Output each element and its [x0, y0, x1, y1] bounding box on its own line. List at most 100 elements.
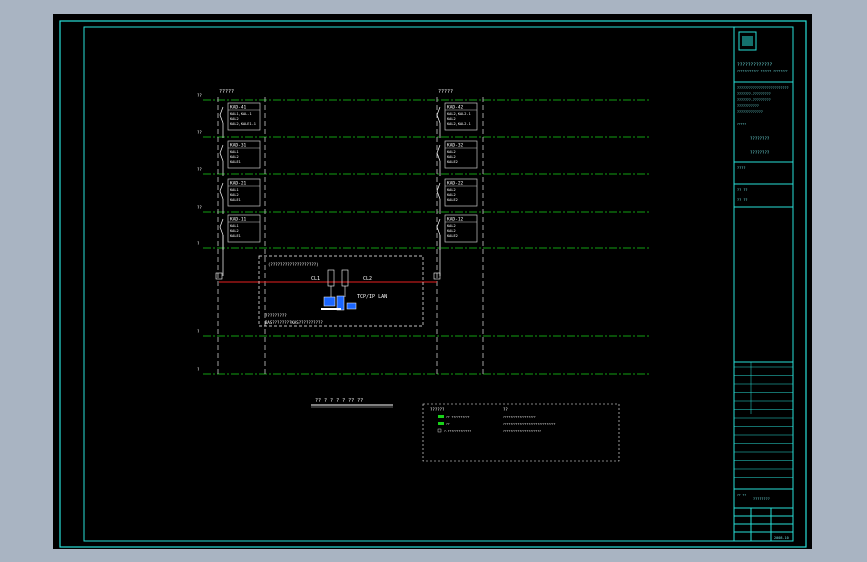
project-line: ??????????? [737, 104, 759, 108]
project-line: ?????????????????????????? [737, 86, 789, 90]
equipment-line: KAL2 [230, 193, 239, 197]
project-line: ????????????? [737, 110, 763, 114]
equipment-line: KAL2 [447, 229, 456, 233]
floor-label: ? [197, 329, 200, 334]
inner-border [83, 26, 794, 542]
cad-canvas[interactable]: ????????????? ???????????? ?????? ??????… [53, 14, 812, 549]
router-icon [327, 269, 335, 287]
equipment-line: KAL2 [447, 155, 456, 159]
riser-connector-icon [219, 106, 224, 124]
riser-connector-icon [436, 144, 441, 162]
floor-label: ? [197, 241, 200, 246]
bus-label-left: CL1 [311, 276, 320, 282]
floor-label: ?? [197, 205, 202, 210]
equipment-line: KAL2 [230, 117, 239, 121]
floor-label: ? [197, 367, 200, 372]
equipment-line: KAL2 [230, 229, 239, 233]
equipment-tag: KAD-42 [447, 105, 464, 111]
left-column-label: ????? [219, 89, 234, 95]
equipment-line: KAL2 [447, 188, 456, 192]
equipment-line: KAL1 [230, 188, 239, 192]
svg-text:????: ???? [737, 166, 745, 170]
equipment-box: KAD-11KAL1KAL2KALE1 [219, 214, 261, 250]
legend-row-1-sym: ?? ?????????? [446, 415, 470, 419]
riser-connector-icon [219, 182, 224, 200]
workstation-monitor-icon [323, 296, 336, 307]
svg-text:????????: ???????? [753, 497, 770, 501]
riser-connector-icon [436, 106, 441, 124]
switch-icon [341, 269, 349, 287]
legend: ?????? ?? ?? ?????????? ?? ?-???????????… [422, 403, 620, 462]
equipment-line: KAL2 [447, 224, 456, 228]
control-room-footer: BAS????????KAS?????????? [265, 320, 323, 325]
equipment-tag: KAD-32 [447, 143, 464, 149]
field-1: ?? ?? [737, 188, 748, 192]
right-column-label: ????? [438, 89, 453, 95]
legend-green-icon [438, 415, 444, 418]
equipment-tag: KAD-22 [447, 181, 464, 187]
svg-text:?? ??: ?? ?? [737, 493, 746, 497]
title-block: ????????????? ???????????? ?????? ??????… [733, 27, 793, 541]
equipment-tag: KAD-12 [447, 217, 464, 223]
control-room-tag: ????????? [265, 313, 287, 318]
date-text: 2008.10 [774, 536, 789, 540]
equipment-tag: KAD-11 [230, 217, 247, 223]
legend-row-3-desc: ????????????????????? [503, 429, 541, 433]
title-block-rows [734, 362, 793, 478]
equipment-line: KAL2 [447, 193, 456, 197]
riser-connector-icon [436, 182, 441, 200]
legend-row-2-desc: ????????????????????????????? [503, 422, 556, 426]
equipment-tag: KAD-41 [230, 105, 247, 111]
equipment-line: KALE1 [230, 198, 241, 202]
equipment-box: KAD-22KAL2KAL2KALE2 [436, 178, 478, 214]
floor-label: ?? [197, 167, 202, 172]
equipment-line: KAL1,KAL-1 [230, 112, 252, 116]
project-line: ???????-????????? [737, 92, 771, 96]
equipment-line: KAL2 [230, 155, 239, 159]
drawing-name-2: ???????? [750, 150, 770, 155]
keyboard-icon [321, 308, 341, 310]
control-room-title: (???????????????????) [268, 262, 319, 267]
floor-label: ?? [197, 93, 202, 98]
riser-connector-icon [219, 218, 224, 236]
equipment-line: KALE1 [230, 160, 241, 164]
legend-row-2-sym: ?? [446, 422, 450, 426]
network-label: TCP/IP LAN [357, 294, 387, 300]
riser-lines [217, 97, 484, 376]
svg-text:?????: ????? [737, 122, 746, 126]
equipment-box: KAD-32KAL2KAL2KALE2 [436, 140, 478, 176]
equipment-box: KAD-42KAL2,KAL2-1KAL2KAL2,KAL2-1 [436, 102, 478, 138]
diagram-title: ?? ? ? ? ? ?? ?? [315, 398, 363, 404]
equipment-tag: KAD-31 [230, 143, 247, 149]
equipment-line: KAL2 [447, 117, 456, 121]
bus-label-right: CL2 [363, 276, 372, 282]
equipment-box: KAD-41KAL1,KAL-1KAL2KAL2,KALE1-1 [219, 102, 261, 138]
equipment-line: KAL1 [230, 224, 239, 228]
riser-connector-icon [436, 218, 441, 236]
equipment-line: KALE2 [447, 160, 458, 164]
equipment-tag: KAD-21 [230, 181, 247, 187]
equipment-line: KAL1 [230, 150, 239, 154]
equipment-box: KAD-21KAL1KAL2KALE1 [219, 178, 261, 214]
server-tower-icon [336, 295, 345, 311]
printer-icon [346, 302, 357, 310]
right-equipment-column: KAD-42KAL2,KAL2-1KAL2KAL2,KAL2-1KAD-32KA… [436, 102, 478, 276]
project-lines: ?????????????????????????? ???????-??????… [737, 86, 789, 114]
legend-row-1-desc: ?????????????????? [503, 415, 536, 419]
drawing-viewport[interactable]: ????????????? ???????????? ?????? ??????… [53, 14, 812, 549]
equipment-line: KALE2 [447, 234, 458, 238]
equipment-line: KALE2 [447, 198, 458, 202]
project-line: ???????-????????? [737, 98, 771, 102]
floor-label: ?? [197, 130, 202, 135]
bus-terminator-left [215, 272, 223, 280]
riser-connector-icon [219, 144, 224, 162]
equipment-line: KAL2,KALE1-1 [230, 122, 256, 126]
company-name-en: ???????????? ?????? ???????? [737, 69, 788, 73]
equipment-line: KAL2,KAL2-1 [447, 112, 471, 116]
equipment-box: KAD-12KAL2KAL2KALE2 [436, 214, 478, 250]
legend-row-3-sym: ?-????????????? [444, 429, 471, 433]
legend-header-left: ?????? [430, 407, 445, 412]
left-equipment-column: KAD-41KAL1,KAL-1KAL2KAL2,KALE1-1KAD-31KA… [219, 102, 261, 276]
equipment-box: KAD-31KAL1KAL2KALE1 [219, 140, 261, 176]
company-name-cn: ????????????? [737, 62, 773, 68]
